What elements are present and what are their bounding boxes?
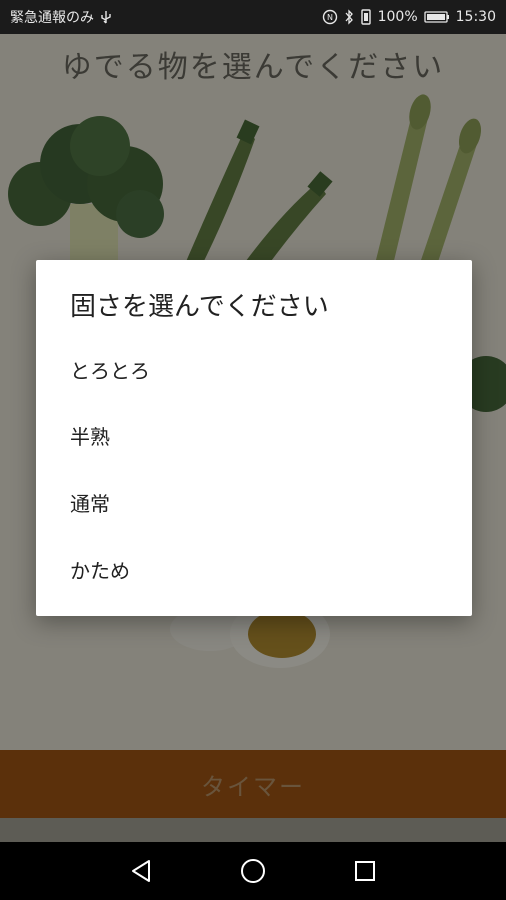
option-label: 半熟: [70, 424, 110, 449]
vibrate-icon: [360, 9, 372, 25]
carrier-text: 緊急通報のみ: [10, 10, 94, 26]
usb-icon: [100, 10, 112, 24]
status-right: N 100% 15:30: [322, 9, 496, 25]
home-icon[interactable]: [238, 856, 268, 886]
option-label: 通常: [70, 491, 110, 516]
option-label: かため: [70, 558, 130, 583]
recents-icon[interactable]: [350, 856, 380, 886]
dialog-title: 固さを選んでください: [70, 292, 329, 322]
option-katame[interactable]: かため: [36, 536, 472, 602]
navigation-bar: [0, 842, 506, 900]
option-torotoro[interactable]: とろとろ: [36, 336, 472, 402]
hardness-dialog: 固さを選んでください とろとろ 半熟 通常 かため: [36, 260, 472, 616]
option-label: とろとろ: [70, 358, 150, 383]
nfc-icon: N: [322, 9, 338, 25]
status-bar: 緊急通報のみ N 100% 15:30: [0, 0, 506, 34]
option-hanjuku[interactable]: 半熟: [36, 402, 472, 468]
back-icon[interactable]: [126, 856, 156, 886]
battery-percent: 100%: [377, 9, 418, 25]
bluetooth-icon: [344, 9, 354, 25]
battery-icon: [423, 10, 450, 24]
option-tsujo[interactable]: 通常: [36, 469, 472, 535]
clock: 15:30: [455, 9, 496, 25]
svg-text:N: N: [327, 13, 333, 22]
status-left: 緊急通報のみ: [10, 7, 112, 27]
